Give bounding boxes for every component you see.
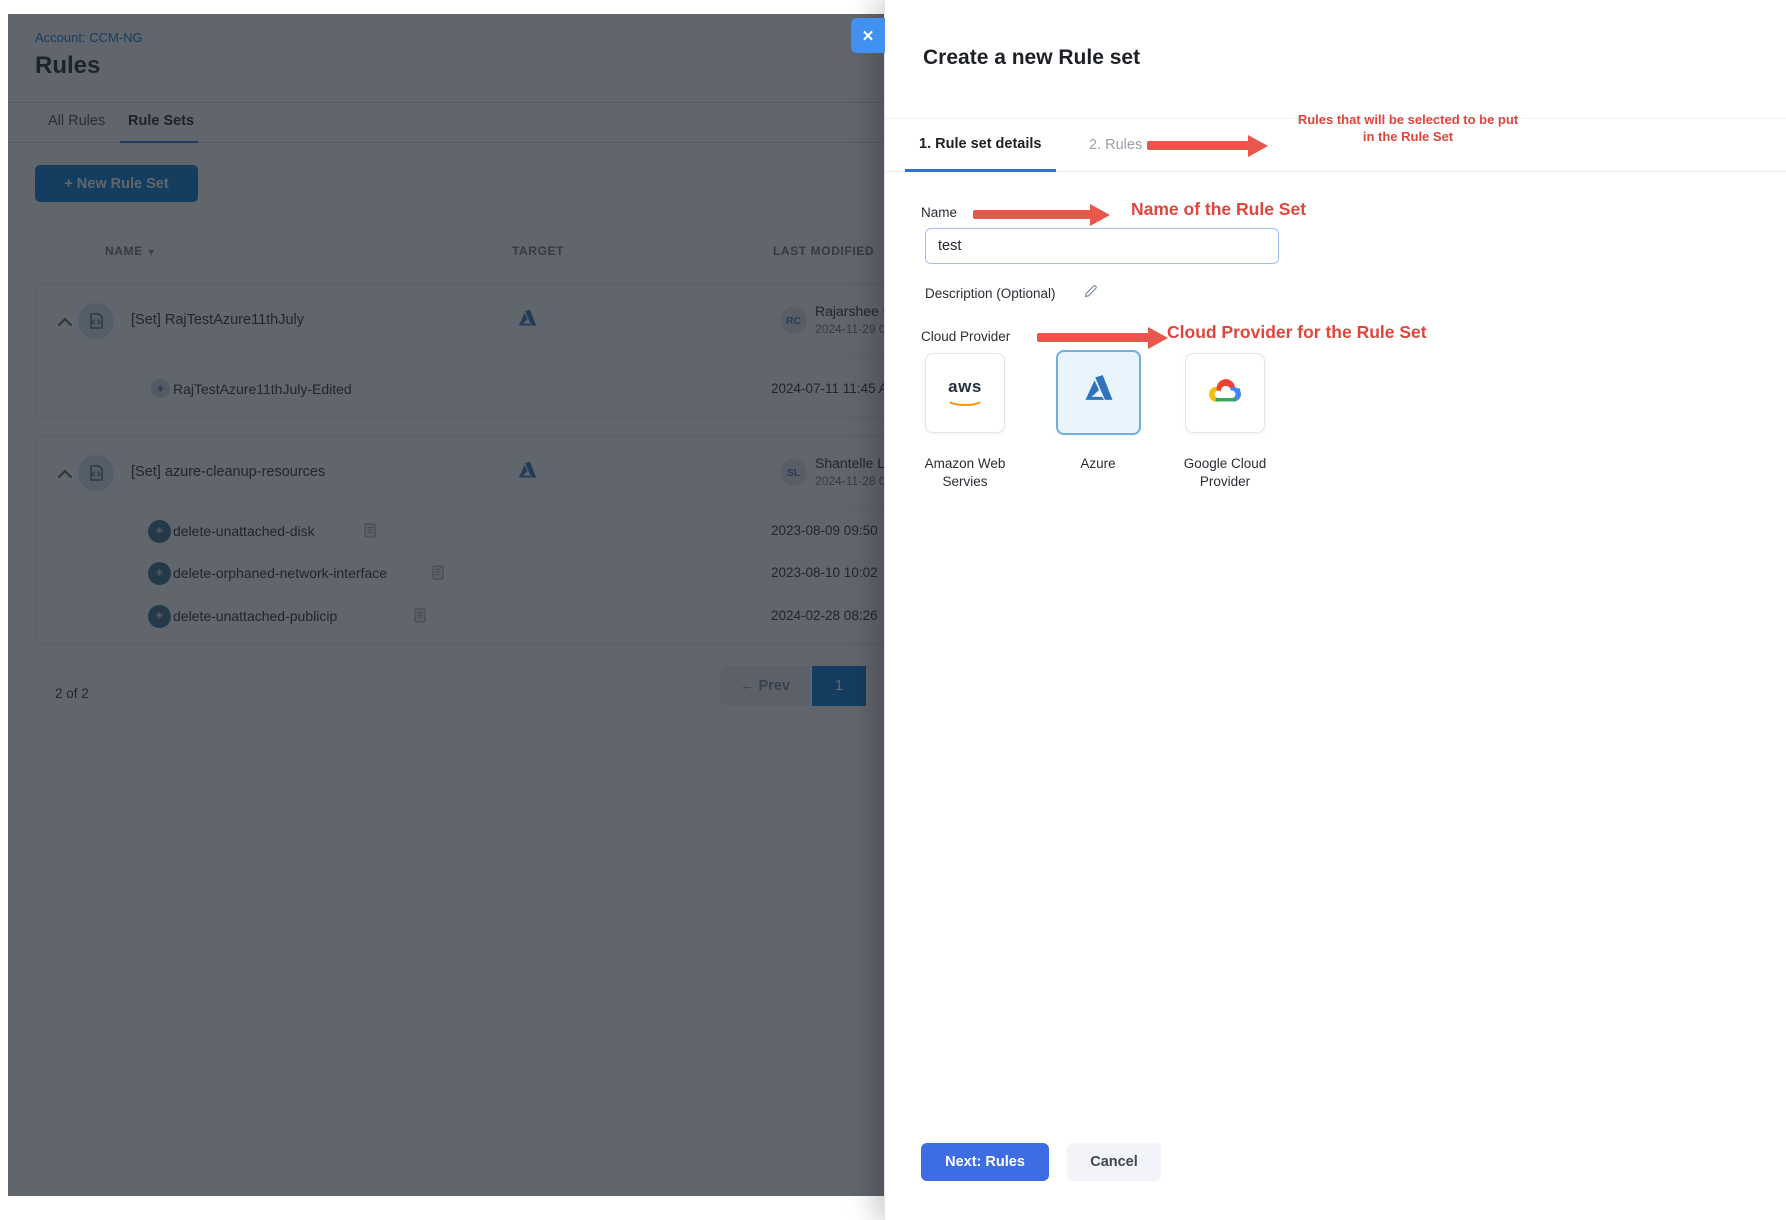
- annotation-rules-step: Rules that will be selected to be put in…: [1283, 111, 1533, 145]
- pencil-icon[interactable]: [1083, 284, 1098, 304]
- provider-card-aws[interactable]: aws: [925, 353, 1005, 433]
- provider-label-aws: Amazon Web Servies: [905, 455, 1025, 491]
- aws-icon: aws: [946, 380, 984, 406]
- drawer-title: Create a new Rule set: [923, 46, 1140, 70]
- close-icon[interactable]: ✕: [851, 18, 885, 53]
- azure-icon: [1081, 374, 1117, 412]
- annotation-arrow: [1037, 333, 1149, 342]
- rule-set-name-input[interactable]: [925, 228, 1279, 264]
- step-rules[interactable]: 2. Rules: [1075, 118, 1156, 172]
- provider-card-azure-selected[interactable]: [1056, 350, 1141, 435]
- provider-card-gcp[interactable]: [1185, 353, 1265, 433]
- description-label: Description (Optional): [925, 286, 1056, 301]
- annotation-cloud-provider: Cloud Provider for the Rule Set: [1167, 322, 1427, 343]
- provider-label-azure: Azure: [1038, 455, 1158, 473]
- create-rule-set-drawer: ✕ Create a new Rule set 1. Rule set deta…: [884, 0, 1786, 1220]
- gcp-icon: [1204, 374, 1246, 412]
- cloud-provider-label: Cloud Provider: [921, 329, 1010, 344]
- cancel-button[interactable]: Cancel: [1067, 1143, 1161, 1181]
- name-label: Name: [921, 205, 957, 220]
- annotation-arrow: [1147, 141, 1249, 150]
- provider-label-gcp: Google Cloud Provider: [1165, 455, 1285, 491]
- step-rule-set-details[interactable]: 1. Rule set details: [905, 118, 1056, 172]
- annotation-arrow: [973, 210, 1091, 219]
- annotation-name: Name of the Rule Set: [1131, 199, 1306, 220]
- next-rules-button[interactable]: Next: Rules: [921, 1143, 1049, 1181]
